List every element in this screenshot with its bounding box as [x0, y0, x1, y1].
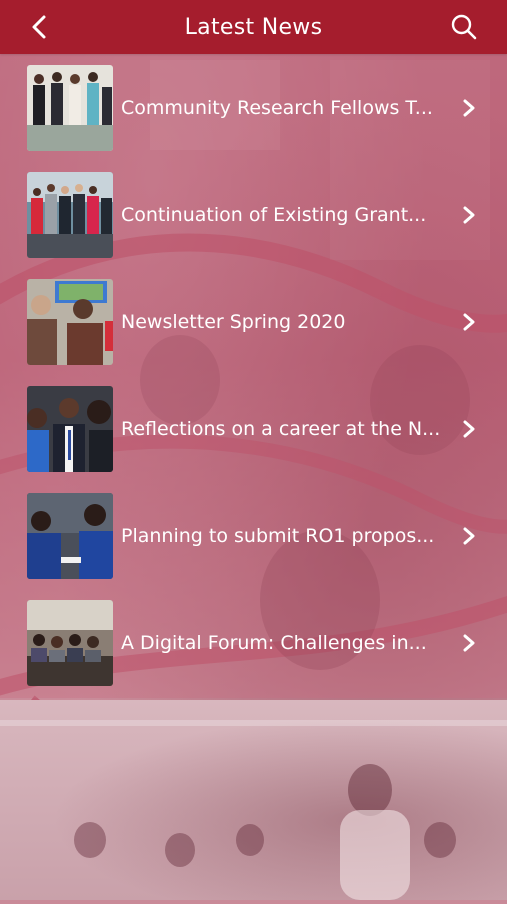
news-item[interactable]: A Digital Forum: Challenges in... — [0, 589, 507, 696]
news-title: Reflections on a career at the N... — [121, 417, 441, 440]
meeting-photo-icon — [27, 279, 113, 365]
news-item[interactable]: Continuation of Existing Grant... — [0, 161, 507, 268]
search-button[interactable] — [447, 10, 481, 44]
news-thumbnail — [27, 65, 113, 151]
background-lower-photo — [0, 700, 507, 900]
chevron-right-icon — [463, 99, 475, 116]
news-list: Community Research Fellows T... Continua… — [0, 54, 507, 698]
news-title: Continuation of Existing Grant... — [121, 203, 427, 226]
chevron-right-icon — [463, 634, 475, 651]
news-item[interactable]: Reflections on a career at the N... — [0, 375, 507, 482]
back-button[interactable] — [22, 10, 56, 44]
news-title: Newsletter Spring 2020 — [121, 310, 346, 333]
search-icon — [451, 14, 477, 40]
chevron-right-icon — [463, 206, 475, 223]
forum-photo-icon — [27, 600, 113, 686]
news-thumbnail — [27, 279, 113, 365]
group-photo-icon — [27, 65, 113, 151]
chevron-right-icon — [463, 420, 475, 437]
group-photo-icon — [27, 172, 113, 258]
news-title: Planning to submit RO1 propos... — [121, 524, 435, 547]
presentation-photo-icon — [27, 493, 113, 579]
news-item[interactable]: Newsletter Spring 2020 — [0, 268, 507, 375]
news-thumbnail — [27, 172, 113, 258]
chevron-right-icon — [463, 527, 475, 544]
chevron-left-icon — [32, 15, 46, 39]
news-title: Community Research Fellows T... — [121, 96, 433, 119]
news-thumbnail — [27, 600, 113, 686]
news-thumbnail — [27, 493, 113, 579]
chevron-right-icon — [463, 313, 475, 330]
news-thumbnail — [27, 386, 113, 472]
portrait-photo-icon — [27, 386, 113, 472]
news-item[interactable]: Planning to submit RO1 propos... — [0, 482, 507, 589]
background-people-silhouettes — [0, 720, 507, 900]
news-item[interactable]: Community Research Fellows T... — [0, 54, 507, 161]
page-title: Latest News — [184, 14, 323, 40]
top-app-bar: Latest News — [0, 0, 507, 54]
news-title: A Digital Forum: Challenges in... — [121, 631, 427, 654]
